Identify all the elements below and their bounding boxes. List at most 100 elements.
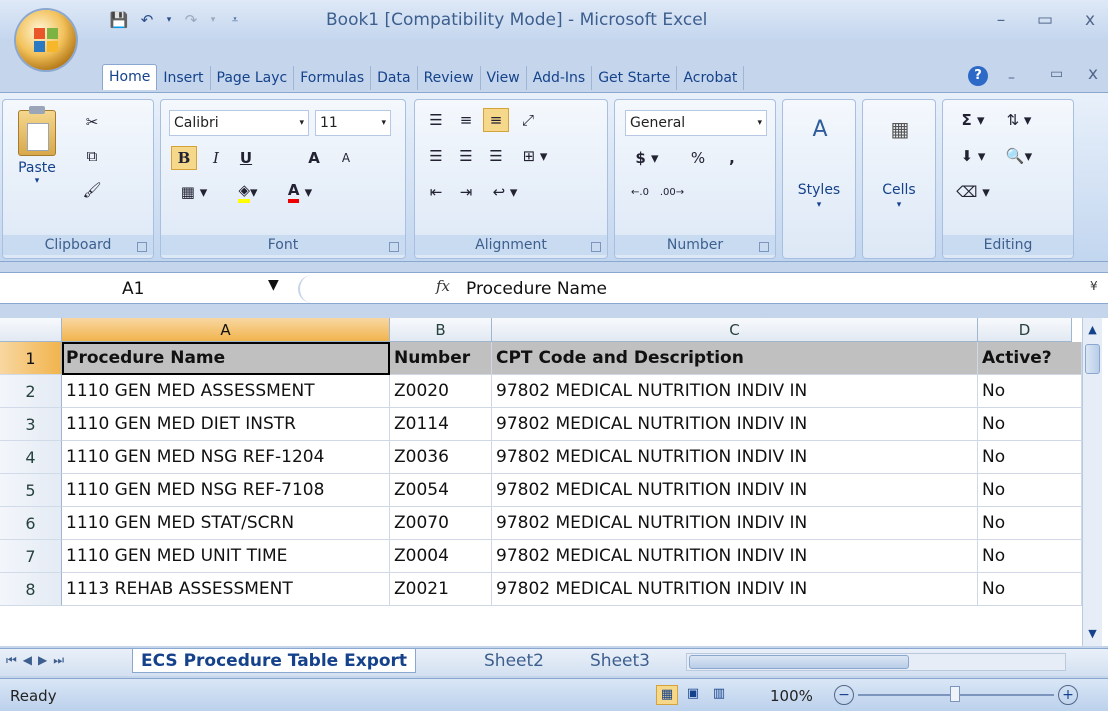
table-cell[interactable]: No — [978, 540, 1082, 573]
header-cell[interactable]: Active? — [978, 342, 1082, 375]
decrease-decimal-icon[interactable]: .00→ — [659, 180, 685, 204]
font-color-button[interactable]: A ▾ — [277, 180, 323, 204]
row-header[interactable]: 7 — [0, 540, 62, 573]
minimize-icon[interactable]: – — [986, 10, 1016, 32]
table-cell[interactable]: Z0114 — [390, 408, 492, 441]
sort-filter-icon[interactable]: ⇅ ▾ — [999, 108, 1039, 132]
orientation-icon[interactable]: ⤢ — [515, 108, 541, 132]
zoom-slider-thumb[interactable] — [950, 686, 960, 702]
name-box-dropdown-icon[interactable]: ▼ — [268, 277, 279, 293]
column-header-d[interactable]: D — [978, 318, 1072, 342]
tab-page-layout[interactable]: Page Layc — [211, 66, 295, 90]
align-bottom-icon[interactable]: ≡ — [483, 108, 509, 132]
horizontal-scrollbar[interactable] — [686, 653, 1066, 671]
alignment-launcher-icon[interactable] — [591, 242, 601, 252]
number-format-select[interactable]: General ▾ — [625, 110, 767, 136]
merge-center-icon[interactable]: ⊞ ▾ — [515, 144, 555, 168]
close-icon[interactable]: x — [1075, 10, 1105, 32]
row-header[interactable]: 3 — [0, 408, 62, 441]
formula-input[interactable]: Procedure Name — [466, 275, 1066, 303]
undo-icon[interactable]: ↶ — [136, 9, 158, 31]
table-cell[interactable]: No — [978, 474, 1082, 507]
wrap-text-icon[interactable]: ↩ ▾ — [485, 180, 525, 204]
cells-group[interactable]: ▦ Cells ▾ — [862, 99, 936, 259]
table-cell[interactable]: 97802 MEDICAL NUTRITION INDIV IN — [492, 474, 978, 507]
column-header-b[interactable]: B — [390, 318, 492, 342]
tab-get-started[interactable]: Get Starte — [592, 66, 678, 90]
office-orb[interactable] — [16, 10, 76, 70]
redo-icon[interactable]: ↷ — [180, 9, 202, 31]
select-all-corner[interactable] — [0, 318, 62, 342]
sheet-tab-active[interactable]: ECS Procedure Table Export — [132, 649, 417, 673]
fill-color-icon[interactable]: ◈ ▾ — [225, 180, 271, 204]
scroll-down-icon[interactable]: ▼ — [1083, 622, 1102, 646]
percent-button[interactable]: % — [685, 146, 711, 170]
save-icon[interactable]: 💾 — [108, 9, 130, 31]
tab-insert[interactable]: Insert — [157, 66, 211, 90]
font-name-select[interactable]: Calibri ▾ — [169, 110, 309, 136]
table-cell[interactable]: 1110 GEN MED NSG REF-7108 — [62, 474, 390, 507]
insert-function-icon[interactable]: fx — [436, 277, 450, 295]
workbook-close-icon[interactable]: x — [1088, 64, 1098, 84]
paste-button[interactable]: Paste ▾ — [17, 106, 57, 210]
name-box[interactable]: A1 — [2, 275, 302, 303]
row-header[interactable]: 4 — [0, 441, 62, 474]
table-cell[interactable]: 97802 MEDICAL NUTRITION INDIV IN — [492, 441, 978, 474]
page-break-view-icon[interactable]: ▥ — [708, 685, 730, 705]
header-cell[interactable]: Procedure Name — [62, 342, 390, 375]
autosum-button[interactable]: Σ ▾ — [953, 108, 993, 132]
decrease-indent-icon[interactable]: ⇤ — [423, 180, 449, 204]
row-header[interactable]: 2 — [0, 375, 62, 408]
table-cell[interactable]: 1110 GEN MED UNIT TIME — [62, 540, 390, 573]
row-header[interactable]: 1 — [0, 342, 62, 375]
sheet-tab-sheet3[interactable]: Sheet3 — [582, 649, 666, 673]
shrink-font-button[interactable]: A — [333, 146, 359, 170]
table-cell[interactable]: Z0036 — [390, 441, 492, 474]
align-right-icon[interactable]: ☰ — [483, 144, 509, 168]
horizontal-scroll-thumb[interactable] — [689, 655, 909, 669]
zoom-level[interactable]: 100% — [770, 687, 813, 705]
tab-review[interactable]: Review — [418, 66, 481, 90]
tab-formulas[interactable]: Formulas — [294, 66, 372, 90]
align-middle-icon[interactable]: ≡ — [453, 108, 479, 132]
increase-decimal-icon[interactable]: ←.0 — [627, 180, 653, 204]
clear-icon[interactable]: ⌫ ▾ — [953, 180, 993, 204]
office-button[interactable] — [2, 2, 90, 84]
number-format-dropdown-icon[interactable]: ▾ — [757, 111, 762, 135]
normal-view-icon[interactable]: ▦ — [656, 685, 678, 705]
undo-dropdown-icon[interactable]: ▾ — [164, 9, 174, 31]
sheet-tab-sheet2[interactable]: Sheet2 — [476, 649, 552, 673]
paste-dropdown-icon[interactable]: ▾ — [17, 176, 57, 186]
clipboard-launcher-icon[interactable] — [137, 242, 147, 252]
column-header-a[interactable]: A — [62, 318, 390, 342]
align-left-icon[interactable]: ☰ — [423, 144, 449, 168]
tab-view[interactable]: View — [481, 66, 527, 90]
table-cell[interactable]: 1113 REHAB ASSESSMENT — [62, 573, 390, 606]
table-cell[interactable]: Z0004 — [390, 540, 492, 573]
table-cell[interactable]: No — [978, 573, 1082, 606]
fill-icon[interactable]: ⬇ ▾ — [953, 144, 993, 168]
number-launcher-icon[interactable] — [759, 242, 769, 252]
zoom-in-icon[interactable]: + — [1058, 685, 1078, 705]
align-center-icon[interactable]: ☰ — [453, 144, 479, 168]
tab-home[interactable]: Home — [102, 64, 158, 90]
table-cell[interactable]: 97802 MEDICAL NUTRITION INDIV IN — [492, 408, 978, 441]
row-header[interactable]: 6 — [0, 507, 62, 540]
expand-formula-bar-icon[interactable]: ¥ — [1090, 279, 1098, 293]
increase-indent-icon[interactable]: ⇥ — [453, 180, 479, 204]
copy-icon[interactable]: ⧉ — [79, 144, 105, 168]
table-cell[interactable]: Z0054 — [390, 474, 492, 507]
cut-icon[interactable]: ✂ — [79, 110, 105, 134]
font-size-select[interactable]: 11 ▾ — [315, 110, 391, 136]
header-cell[interactable]: CPT Code and Description — [492, 342, 978, 375]
table-cell[interactable]: 1110 GEN MED STAT/SCRN — [62, 507, 390, 540]
styles-dropdown-icon[interactable]: ▾ — [783, 200, 855, 210]
cells-dropdown-icon[interactable]: ▾ — [863, 200, 935, 210]
table-cell[interactable]: Z0021 — [390, 573, 492, 606]
workbook-minimize-icon[interactable]: – — [1008, 70, 1015, 86]
table-cell[interactable]: No — [978, 375, 1082, 408]
table-cell[interactable]: Z0070 — [390, 507, 492, 540]
find-select-icon[interactable]: 🔍▾ — [999, 144, 1039, 168]
vertical-scrollbar[interactable]: ▲ ▼ — [1082, 318, 1102, 646]
font-launcher-icon[interactable] — [389, 242, 399, 252]
